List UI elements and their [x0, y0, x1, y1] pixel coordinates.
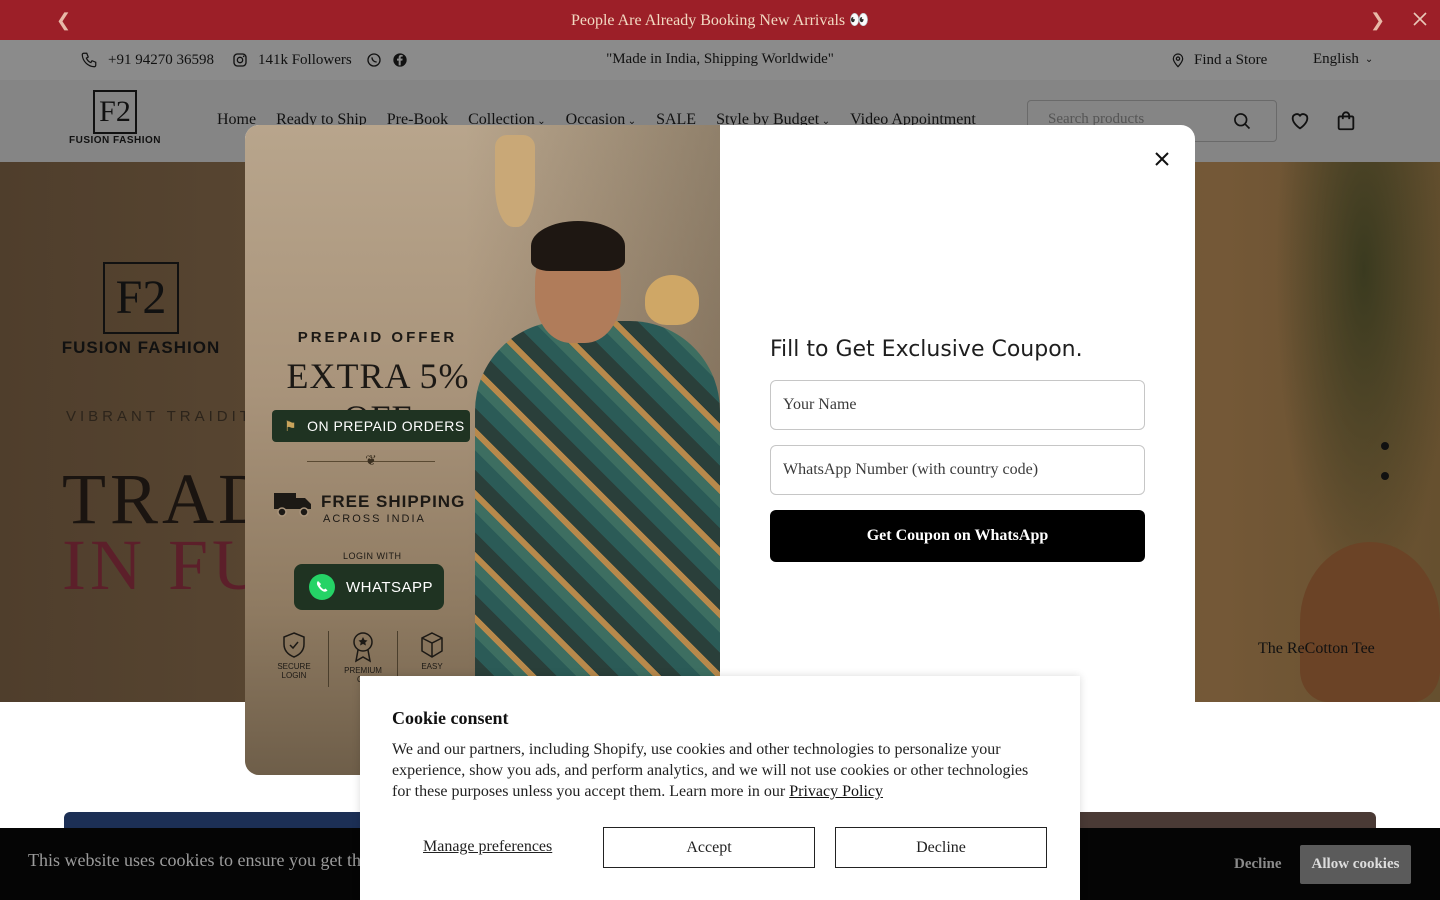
hero-product-label[interactable]: The ReCotton Tee	[1258, 640, 1375, 658]
badge-divider	[328, 631, 329, 687]
slide-dot[interactable]	[1381, 472, 1389, 480]
logo-mark: F2	[93, 90, 137, 134]
hanging-basket-lamp	[645, 275, 699, 325]
truck-icon	[274, 493, 311, 517]
cookie-consent-text: We and our partners, including Shopify, …	[392, 741, 1029, 800]
coupon-form-title: Fill to Get Exclusive Coupon.	[770, 337, 1083, 362]
site-logo[interactable]: F2 FUSION FASHION	[68, 90, 162, 152]
location-pin-icon	[1172, 53, 1184, 68]
hero-headline-2: IN FU	[62, 525, 269, 605]
hero-tagline: VIBRANT TRAIDITI	[66, 408, 262, 425]
shield-check-icon	[283, 632, 305, 658]
followers-count[interactable]: 141k Followers	[258, 52, 352, 69]
phone-icon	[81, 52, 97, 68]
language-selector[interactable]: English ⌄	[1313, 51, 1373, 68]
privacy-policy-link[interactable]: Privacy Policy	[789, 783, 883, 800]
manage-preferences-link[interactable]: Manage preferences	[423, 838, 552, 856]
cookie-consent-body: We and our partners, including Shopify, …	[392, 739, 1048, 802]
badge-label: EASY	[421, 661, 443, 671]
chevron-down-icon: ⌄	[1364, 54, 1374, 65]
heart-icon[interactable]	[1289, 110, 1311, 132]
whatsapp-login-badge: WHATSAPP	[294, 564, 444, 610]
cookie-consent-title: Cookie consent	[392, 708, 509, 728]
cookie-strip-message: This website uses cookies to ensure you …	[28, 850, 368, 870]
ornament-divider: ❦	[307, 455, 435, 471]
chevron-left-icon[interactable]: ❮	[56, 10, 71, 31]
coupon-form: Fill to Get Exclusive Coupon. Get Coupon…	[770, 337, 1145, 562]
hanging-lamp	[495, 135, 535, 227]
cookie-consent-actions: Manage preferences Accept Decline	[392, 827, 1048, 868]
name-field[interactable]	[770, 380, 1145, 430]
search-icon[interactable]	[1232, 111, 1252, 131]
announcement-text[interactable]: People Are Already Booking New Arrivals …	[571, 10, 869, 30]
badge-secure-login: SECURE LOGIN	[273, 631, 315, 691]
chevron-right-icon[interactable]: ❯	[1370, 10, 1385, 31]
accept-button[interactable]: Accept	[603, 827, 815, 868]
prepaid-offer-title: PREPAID OFFER	[297, 329, 458, 346]
allow-cookies-button[interactable]: Allow cookies	[1300, 845, 1411, 884]
close-icon[interactable]	[1410, 8, 1430, 30]
free-shipping-sub: ACROSS INDIA	[323, 513, 426, 525]
pot-decoration	[1300, 542, 1440, 702]
whatsapp-label: WHATSAPP	[346, 578, 434, 596]
hero-logo: F2 FUSION FASHION	[58, 262, 224, 358]
instagram-icon[interactable]	[232, 52, 248, 68]
free-shipping-title: FREE SHIPPING	[321, 492, 466, 511]
cart-bag-icon[interactable]	[1335, 110, 1357, 132]
close-icon[interactable]	[1150, 147, 1174, 171]
find-store-link[interactable]: Find a Store	[1170, 51, 1267, 69]
box-icon	[421, 632, 443, 658]
find-store-label: Find a Store	[1194, 51, 1268, 68]
cookie-strip-decline-button[interactable]: Decline	[1234, 856, 1281, 873]
tag-icon: ⚑	[284, 417, 298, 434]
get-coupon-button[interactable]: Get Coupon on WhatsApp	[770, 510, 1145, 562]
prepaid-pill-label: ON PREPAID ORDERS	[307, 418, 465, 434]
slide-dot[interactable]	[1381, 442, 1389, 450]
announcement-bar: ❮ People Are Already Booking New Arrival…	[0, 0, 1440, 40]
whatsapp-icon	[309, 574, 335, 600]
logo-text: FUSION FASHION	[68, 135, 161, 146]
login-with-label: LOGIN WITH	[343, 551, 402, 561]
award-icon	[353, 632, 373, 663]
utility-bar: +91 94270 36598 141k Followers "Made in …	[0, 40, 1440, 80]
language-label: English	[1313, 51, 1359, 67]
phone-number[interactable]: +91 94270 36598	[108, 52, 214, 69]
hero-logo-text: FUSION FASHION	[61, 338, 221, 357]
prepaid-orders-pill: ⚑ ON PREPAID ORDERS	[272, 410, 470, 442]
whatsapp-icon[interactable]	[366, 52, 382, 68]
hero-logo-mark: F2	[103, 262, 179, 334]
cookie-consent-dialog: Cookie consent We and our partners, incl…	[360, 676, 1080, 900]
model-hair	[531, 221, 625, 271]
whatsapp-number-field[interactable]	[770, 445, 1145, 495]
facebook-icon[interactable]	[392, 52, 408, 68]
badge-label: SECURE LOGIN	[277, 661, 311, 681]
decline-button[interactable]: Decline	[835, 827, 1047, 868]
